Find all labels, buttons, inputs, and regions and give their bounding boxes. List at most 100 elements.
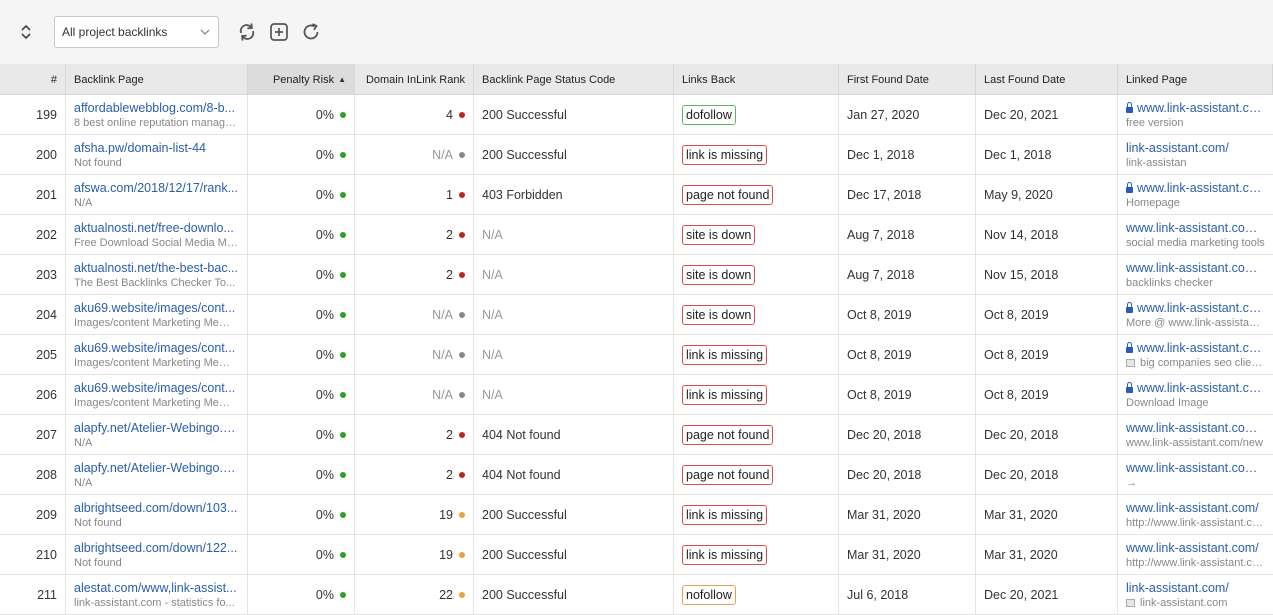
row-number: 203 [0, 255, 66, 295]
backlink-page-link[interactable]: afswa.com/2018/12/17/rank... [74, 181, 238, 196]
penalty-risk-cell: 0% [248, 535, 355, 575]
backlink-page-link[interactable]: alestat.com/www,link-assist... [74, 581, 237, 596]
linked-page-link[interactable]: www.link-assistant.com/ [1126, 541, 1259, 556]
status-code-value: N/A [482, 228, 503, 242]
row-number-text: 211 [37, 588, 57, 602]
linked-page-link[interactable]: www.link-assistant.com/ [1126, 341, 1265, 356]
last-found-date: Dec 20, 2021 [984, 108, 1059, 122]
backlink-page-link[interactable]: afsha.pw/domain-list-44 [74, 141, 206, 156]
table-row[interactable]: 205 aku69.website/images/cont... Images/co… [0, 335, 1273, 375]
backlink-page-link[interactable]: aku69.website/images/cont... [74, 301, 235, 316]
table-row[interactable]: 201 afswa.com/2018/12/17/rank... N/A 0% 1 403… [0, 175, 1273, 215]
column-header-rank[interactable]: Domain InLink Rank [355, 64, 474, 95]
status-dot-icon [459, 192, 465, 198]
first-found-date: Dec 17, 2018 [847, 188, 922, 202]
status-code-cell: N/A [474, 335, 674, 375]
backlink-page-title: Not found [74, 556, 122, 569]
refresh-icon[interactable] [235, 20, 259, 44]
penalty-risk-value: 0% [315, 308, 334, 322]
table-row[interactable]: 199 affordablewebblog.com/8-b... 8 best on… [0, 95, 1273, 135]
column-header-last[interactable]: Last Found Date [976, 64, 1118, 95]
linked-page-link[interactable]: link-assistant.com/ [1126, 141, 1229, 156]
backlink-page-title: link-assistant.com - statistics fo... [74, 596, 235, 609]
chevron-down-icon [200, 29, 210, 35]
column-header-num[interactable]: # [0, 64, 66, 95]
table-row[interactable]: 210 albrightseed.com/down/122... Not found… [0, 535, 1273, 575]
linked-page-cell: www.link-assistant.com/More @ www.link-a… [1118, 295, 1273, 335]
links-back-cell: link is missing [674, 375, 839, 415]
reload-icon[interactable] [299, 20, 323, 44]
table-row[interactable]: 204 aku69.website/images/cont... Images/co… [0, 295, 1273, 335]
linked-page-cell: www.link-assistant.com/se backlinks check… [1118, 255, 1273, 295]
table-row[interactable]: 206 aku69.website/images/cont... Images/co… [0, 375, 1273, 415]
last-found-date: Nov 14, 2018 [984, 228, 1059, 242]
backlink-page-link[interactable]: aku69.website/images/cont... [74, 381, 235, 396]
linked-page-url: link-assistant.com/ [1126, 140, 1229, 155]
backlink-page-title: Images/content Marketing Meme... [74, 316, 239, 329]
last-found-date: Dec 20, 2018 [984, 428, 1059, 442]
linked-page-url: www.link-assistant.com/ne [1126, 420, 1265, 435]
linked-page-cell: www.link-assistant.com/free version [1118, 95, 1273, 135]
lock-icon [1126, 181, 1133, 193]
anchor-text: link-assistant.com [1126, 596, 1227, 610]
row-number: 201 [0, 175, 66, 215]
backlink-page-link[interactable]: alapfy.net/Atelier-Webingo.h... [74, 421, 239, 436]
backlink-page-link[interactable]: affordablewebblog.com/8-b... [74, 101, 235, 116]
table-row[interactable]: 207 alapfy.net/Atelier-Webingo.h... N/A 0% 2… [0, 415, 1273, 455]
linked-page-link[interactable]: www.link-assistant.com/ [1126, 301, 1265, 316]
column-header-status[interactable]: Backlink Page Status Code [474, 64, 674, 95]
linked-page-link[interactable]: www.link-assistant.com/ [1126, 101, 1265, 116]
backlink-page-link[interactable]: alapfy.net/Atelier-Webingo.h... [74, 461, 239, 476]
row-number-text: 202 [36, 228, 57, 242]
last-found-date: Oct 8, 2019 [984, 388, 1049, 402]
links-back-cell: link is missing [674, 135, 839, 175]
backlink-page-link[interactable]: aktualnosti.net/free-downlo... [74, 221, 234, 236]
linked-page-link[interactable]: www.link-assistant.com/ne [1126, 421, 1265, 436]
domain-inlink-rank-cell: N/A [355, 135, 474, 175]
backlink-page-link[interactable]: aku69.website/images/cont... [74, 341, 235, 356]
backlink-page-link[interactable]: albrightseed.com/down/103... [74, 501, 237, 516]
column-header-linked[interactable]: Linked Page [1118, 64, 1273, 95]
last-found-date-cell: Dec 20, 2018 [976, 415, 1118, 455]
lock-icon [1126, 341, 1133, 353]
backlink-page-title: N/A [74, 196, 93, 209]
table-row[interactable]: 203 aktualnosti.net/the-best-bac... The Be… [0, 255, 1273, 295]
linked-page-cell: www.link-assistant.com/ne → [1118, 455, 1273, 495]
last-found-date-cell: Mar 31, 2020 [976, 495, 1118, 535]
last-found-date: Mar 31, 2020 [984, 508, 1058, 522]
first-found-date: Aug 7, 2018 [847, 228, 915, 242]
anchor-text-value: link-assistant.com [1140, 596, 1228, 609]
row-number-text: 209 [36, 508, 57, 522]
domain-inlink-rank-value: 22 [439, 588, 453, 602]
table-row[interactable]: 202 aktualnosti.net/free-downlo... Free Do… [0, 215, 1273, 255]
backlinks-filter-select[interactable]: All project backlinks [54, 16, 219, 48]
status-dot-icon [340, 312, 346, 318]
status-dot-icon [340, 392, 346, 398]
table-row[interactable]: 200 afsha.pw/domain-list-44 Not found 0% N/A… [0, 135, 1273, 175]
row-number-text: 208 [36, 468, 57, 482]
linked-page-link[interactable]: www.link-assistant.com/bu [1126, 221, 1265, 236]
linked-page-link[interactable]: www.link-assistant.com/se [1126, 261, 1265, 276]
backlink-page-link[interactable]: aktualnosti.net/the-best-bac... [74, 261, 238, 276]
backlink-page-cell: aktualnosti.net/the-best-bac... The Best … [66, 255, 248, 295]
table-row[interactable]: 208 alapfy.net/Atelier-Webingo.h... N/A 0% 2… [0, 455, 1273, 495]
expand-collapse-icon[interactable] [14, 20, 38, 44]
column-header-risk[interactable]: Penalty Risk ▲ [248, 64, 355, 95]
status-dot-icon [340, 152, 346, 158]
backlink-page-link[interactable]: albrightseed.com/down/122... [74, 541, 237, 556]
anchor-text-value: backlinks checker [1126, 276, 1213, 289]
links-back-badge: page not found [682, 425, 774, 445]
column-header-first[interactable]: First Found Date [839, 64, 976, 95]
linked-page-link[interactable]: link-assistant.com/ [1126, 581, 1229, 596]
linked-page-link[interactable]: www.link-assistant.com/ne [1126, 461, 1265, 476]
table-row[interactable]: 211 alestat.com/www,link-assist... link-as… [0, 575, 1273, 615]
backlink-page-title: Free Download Social Media Ma... [74, 236, 239, 249]
linked-page-link[interactable]: www.link-assistant.com/ [1126, 181, 1265, 196]
links-back-cell: link is missing [674, 335, 839, 375]
table-row[interactable]: 209 albrightseed.com/down/103... Not found… [0, 495, 1273, 535]
linked-page-link[interactable]: www.link-assistant.com/ [1126, 501, 1259, 516]
add-icon[interactable] [267, 20, 291, 44]
column-header-page[interactable]: Backlink Page [66, 64, 248, 95]
column-header-links[interactable]: Links Back [674, 64, 839, 95]
linked-page-link[interactable]: www.link-assistant.com/ [1126, 381, 1265, 396]
